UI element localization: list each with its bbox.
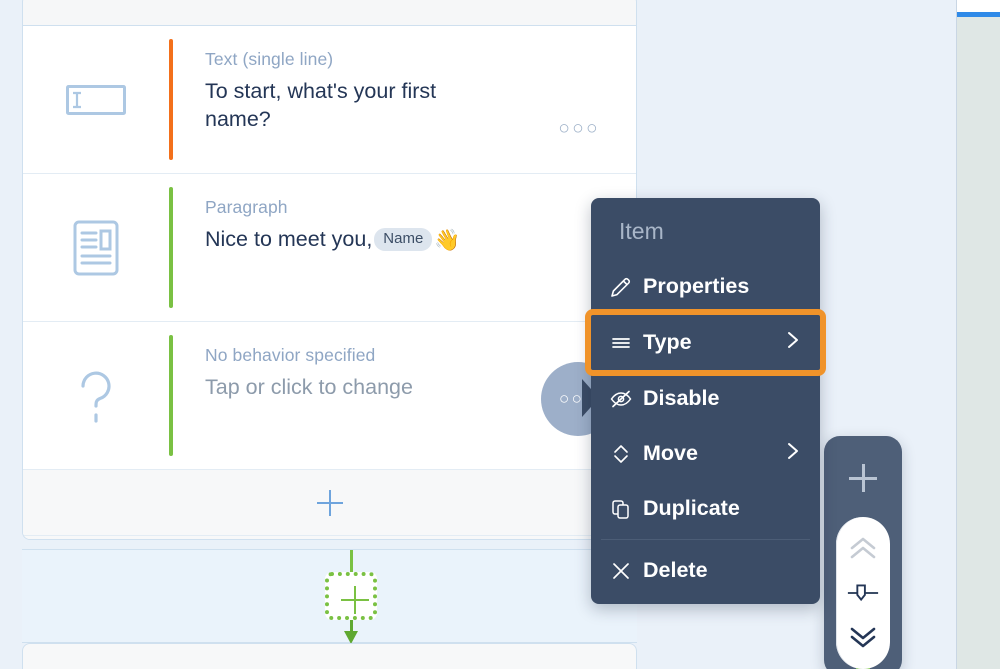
list-icon: [609, 331, 643, 355]
document-icon: [23, 174, 169, 322]
drop-target-box[interactable]: [325, 572, 377, 620]
menu-item-label: Type: [643, 330, 692, 354]
chevron-right-icon: [784, 439, 802, 469]
form-row-paragraph[interactable]: Paragraph Nice to meet you,Name👋 ○○○: [23, 174, 636, 434]
menu-item-move[interactable]: Move: [591, 426, 820, 481]
next-card: [22, 643, 637, 669]
drop-target-zone[interactable]: [22, 549, 637, 644]
chevrons-up-icon[interactable]: [846, 534, 880, 564]
menu-item-label: Disable: [643, 386, 720, 410]
wave-emoji: 👋: [434, 228, 461, 252]
variable-pill-name[interactable]: Name: [374, 227, 433, 252]
pencil-icon: [609, 275, 643, 299]
right-panel-header: [957, 0, 1000, 12]
close-x-icon: [609, 559, 643, 583]
card-tail: [23, 536, 636, 539]
add-item-button[interactable]: [23, 470, 636, 536]
pen-tool-icon[interactable]: [846, 578, 880, 608]
row-kind-label: Text (single line): [205, 49, 334, 69]
menu-item-disable[interactable]: Disable: [591, 371, 820, 426]
toolbar-pill: [836, 517, 890, 669]
row-title: Tap or click to change: [205, 374, 413, 399]
chevron-right-icon: [784, 328, 802, 358]
card-header-strip: [22, 0, 637, 26]
connector-arrow-icon: [344, 620, 359, 644]
app-canvas: Text (single line) To start, what's your…: [0, 0, 1000, 669]
menu-item-label: Duplicate: [643, 496, 740, 520]
floating-toolbar: [824, 436, 902, 669]
form-card: Text (single line) To start, what's your…: [22, 26, 637, 540]
row-overflow-menu-icon[interactable]: ○○○: [558, 119, 600, 138]
eye-off-icon: [609, 387, 643, 411]
form-row-text-single-line[interactable]: Text (single line) To start, what's your…: [23, 26, 636, 174]
plus-icon: [341, 586, 369, 614]
context-menu: Item Properties Type Disable Move Duplic…: [585, 198, 826, 604]
menu-item-label: Properties: [643, 274, 750, 298]
row-kind-label: Paragraph: [205, 197, 288, 217]
text-field-icon: [23, 26, 169, 174]
right-side-panel: [956, 0, 1000, 669]
row-content: Paragraph Nice to meet you, Name 👋: [173, 174, 636, 255]
plus-icon: [316, 489, 343, 516]
connector-line: [350, 550, 353, 572]
right-panel-accent-bar: [957, 12, 1000, 17]
menu-divider: [601, 539, 810, 540]
toolbar-add-button[interactable]: [849, 464, 877, 492]
menu-item-delete[interactable]: Delete: [591, 543, 820, 598]
context-menu-title: Item: [619, 218, 664, 244]
menu-item-duplicate[interactable]: Duplicate: [591, 481, 820, 536]
row-title-text: Nice to meet you,: [205, 226, 373, 251]
menu-item-type[interactable]: Type: [585, 309, 826, 376]
chevrons-down-icon[interactable]: [846, 622, 880, 652]
row-title: Nice to meet you, Name 👋: [205, 225, 495, 255]
menu-item-properties[interactable]: Properties: [591, 259, 820, 314]
menu-item-label: Delete: [643, 558, 708, 582]
question-mark-icon: [23, 322, 169, 470]
menu-item-label: Move: [643, 441, 698, 465]
row-title: To start, what's your first name?: [205, 78, 437, 132]
copy-icon: [609, 497, 643, 521]
move-updown-icon: [609, 442, 643, 466]
